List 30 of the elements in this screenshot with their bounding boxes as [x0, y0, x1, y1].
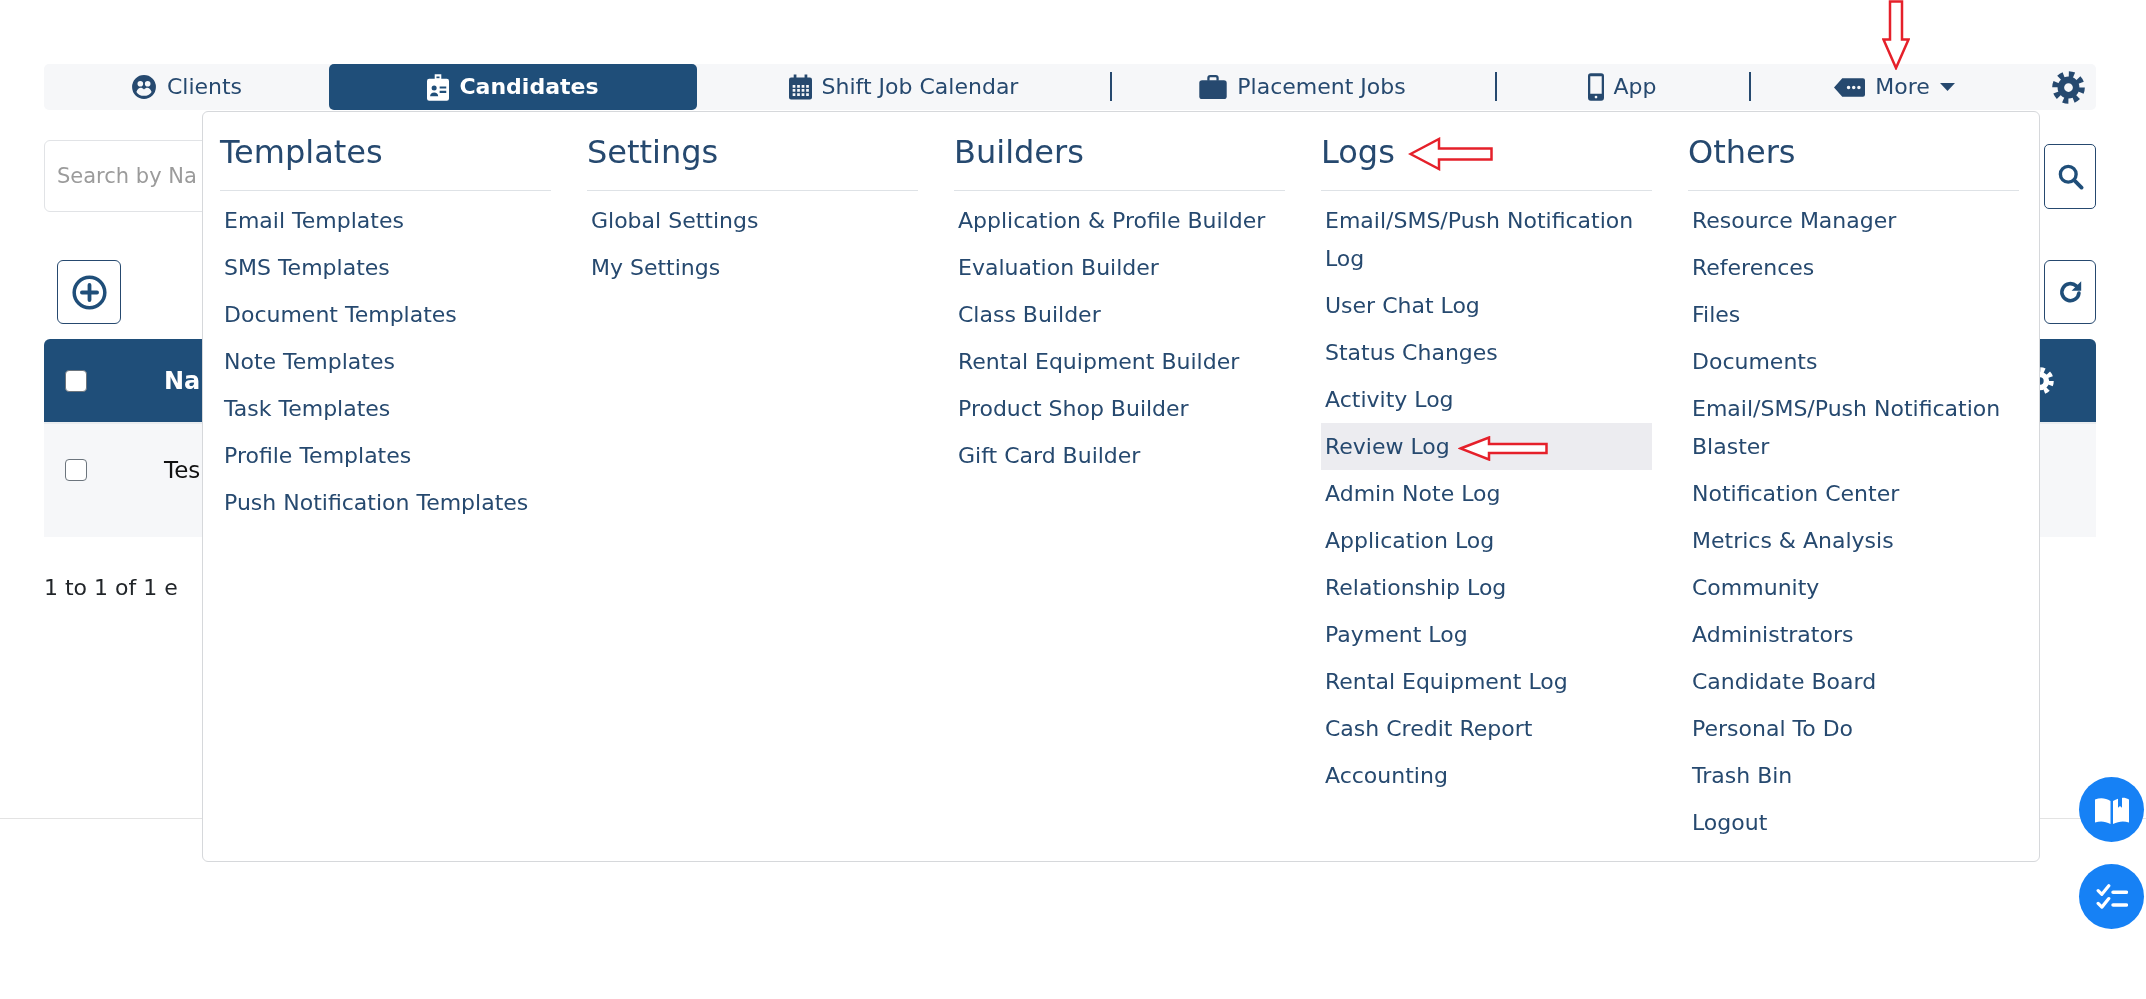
pagination-summary: 1 to 1 of 1 e [44, 574, 178, 602]
phone-icon [1587, 73, 1604, 101]
nav-tab[interactable]: Placement Jobs [1110, 64, 1495, 110]
select-all-checkbox[interactable] [65, 369, 87, 392]
column-header: Na [164, 365, 201, 396]
menu-column-title: Templates [220, 133, 383, 171]
refresh-button[interactable] [2044, 260, 2096, 324]
row-checkbox[interactable] [65, 458, 87, 481]
settings-icon [2050, 69, 2086, 105]
menu-column-title: Others [1688, 133, 1796, 171]
more-dropdown[interactable]: More [1749, 64, 2040, 110]
nav-tab[interactable]: Candidates [329, 64, 697, 110]
add-button[interactable] [57, 260, 121, 324]
menu-item[interactable]: Review Log [1321, 423, 1652, 470]
calendar-icon [788, 74, 812, 100]
plus-circle-icon [71, 274, 107, 310]
nav-tab[interactable]: App [1495, 64, 1749, 110]
nav-tab[interactable]: Clients [44, 64, 329, 110]
id-badge-icon [427, 73, 450, 101]
tag-icon [1834, 76, 1866, 98]
search-button[interactable] [2044, 143, 2096, 209]
menu-column-title: Settings [587, 133, 719, 171]
menu-column-title: Logs [1321, 133, 1395, 171]
briefcase-icon [1199, 75, 1228, 99]
table-cell-text: Tes [164, 455, 201, 485]
caret-icon [1939, 83, 1955, 91]
search-icon [2056, 162, 2084, 190]
checklist-icon [2095, 882, 2128, 911]
menu-column-title: Builders [954, 133, 1084, 171]
nav-tab[interactable]: Shift Job Calendar [697, 64, 1110, 110]
